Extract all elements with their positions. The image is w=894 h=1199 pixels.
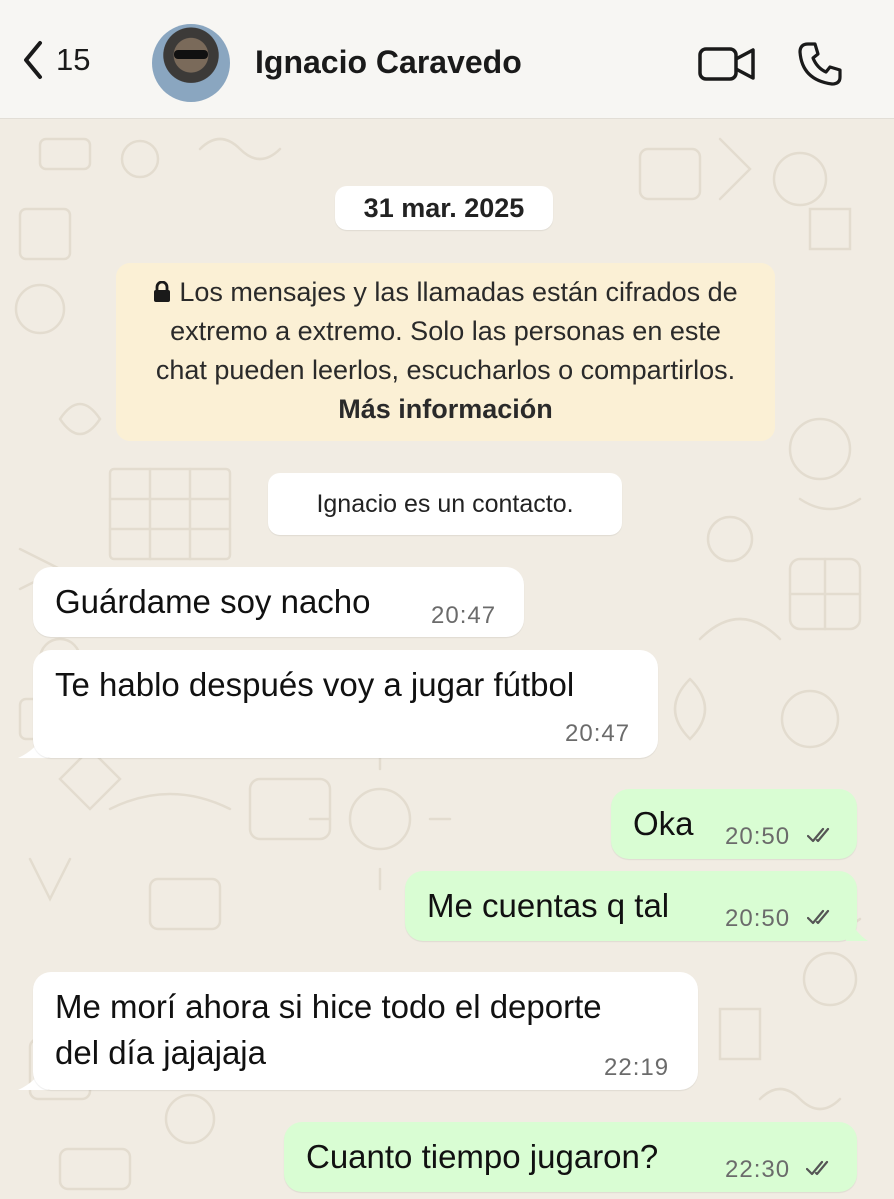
- message-bubble-incoming[interactable]: Guárdame soy nacho 20:47: [33, 567, 524, 637]
- back-button[interactable]: 15: [22, 40, 90, 80]
- video-call-icon: [698, 47, 755, 81]
- encryption-text: Los mensajes y las llamadas están cifrad…: [155, 277, 738, 385]
- voice-call-button[interactable]: [796, 40, 844, 93]
- message-time: 20:47: [431, 602, 497, 629]
- message-time: 20:50: [725, 905, 791, 932]
- unread-count: 15: [56, 42, 91, 77]
- message-bubble-outgoing[interactable]: Me cuentas q tal 20:50: [405, 871, 857, 941]
- encryption-notice[interactable]: Los mensajes y las llamadas están cifrad…: [116, 263, 775, 441]
- double-check-icon: [806, 1160, 829, 1176]
- avatar[interactable]: [152, 24, 230, 102]
- message-text: Me cuentas q tal: [427, 887, 670, 924]
- message-text-line: Me morí ahora si hice todo el deporte: [55, 988, 602, 1025]
- message-text: Te hablo después voy a jugar fútbol: [55, 666, 575, 703]
- message-text: Oka: [633, 805, 694, 842]
- message-time: 22:30: [725, 1156, 791, 1183]
- message-bubble-outgoing[interactable]: Cuanto tiempo jugaron? 22:30: [284, 1122, 857, 1192]
- double-check-icon: [807, 909, 830, 925]
- back-chevron-icon: [24, 41, 42, 79]
- message-time: 22:19: [604, 1054, 670, 1081]
- contact-notice: Ignacio es un contacto.: [268, 473, 622, 535]
- message-time: 20:47: [565, 720, 631, 747]
- message-bubble-outgoing[interactable]: Oka 20:50: [611, 789, 857, 859]
- chat-header: 15 Ignacio Caravedo: [0, 0, 894, 119]
- message-bubble-incoming[interactable]: Me morí ahora si hice todo el deporte de…: [33, 972, 698, 1090]
- message-time: 20:50: [725, 823, 791, 850]
- message-text: Guárdame soy nacho: [55, 583, 371, 620]
- message-text: Cuanto tiempo jugaron?: [306, 1138, 659, 1175]
- phone-icon: [798, 42, 842, 86]
- date-chip: 31 mar. 2025: [335, 186, 553, 230]
- video-call-button[interactable]: [697, 44, 757, 89]
- more-info-link[interactable]: Más información: [338, 394, 553, 424]
- double-check-icon: [807, 827, 830, 843]
- message-bubble-incoming[interactable]: Te hablo después voy a jugar fútbol 20:4…: [33, 650, 658, 758]
- lock-icon: [154, 280, 171, 302]
- message-text-line: del día jajajaja: [55, 1034, 266, 1071]
- contact-name[interactable]: Ignacio Caravedo: [255, 44, 522, 81]
- bubble-tail: [846, 912, 868, 941]
